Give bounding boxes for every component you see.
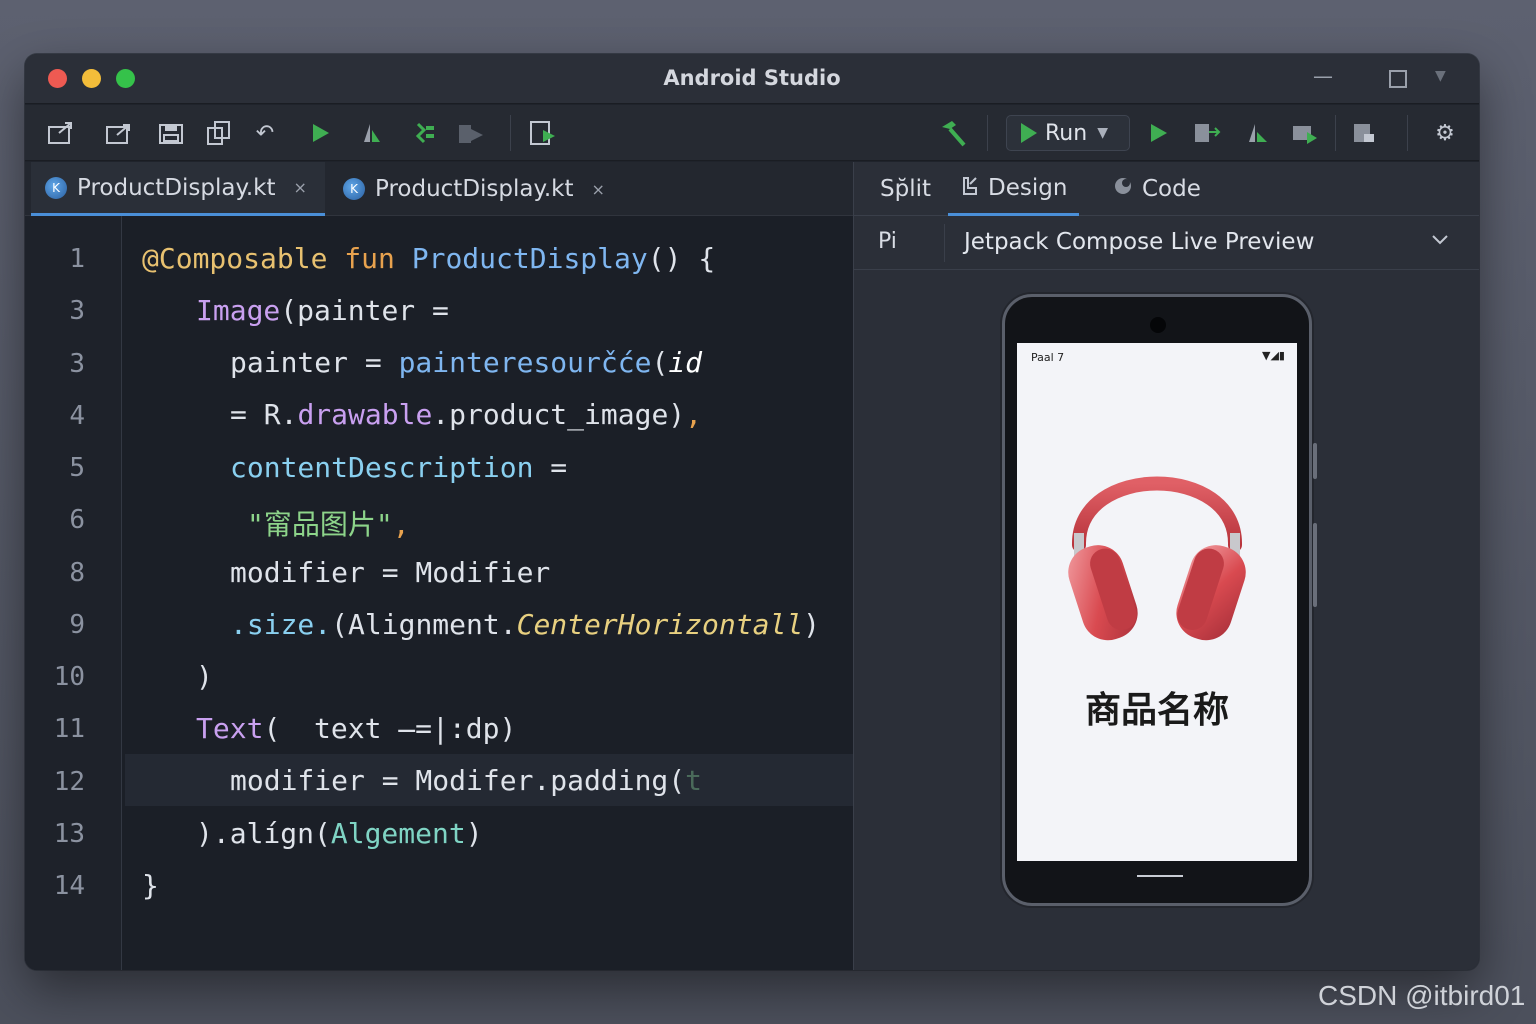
close-icon[interactable]: × bbox=[293, 178, 306, 197]
editor-tabs: K ProductDisplay.kt × K ProductDisplay.k… bbox=[25, 162, 853, 216]
code-editor[interactable]: 1 3 3 4 5 6 8 9 10 11 12 13 14 @Composab… bbox=[25, 216, 853, 970]
code-line: @Composable fun ProductDisplay() { bbox=[142, 242, 716, 275]
code-line: ).alígn(Algement) bbox=[196, 817, 483, 850]
line-number: 11 bbox=[53, 714, 85, 744]
open-external-icon[interactable] bbox=[45, 117, 77, 149]
tab-label: ProductDisplay.kt bbox=[77, 174, 276, 201]
headphones-image bbox=[1068, 476, 1246, 641]
save-all-icon[interactable] bbox=[155, 117, 187, 149]
apply-changes-icon[interactable] bbox=[455, 117, 487, 149]
close-icon[interactable]: × bbox=[591, 180, 604, 199]
code-line: Image(painter = bbox=[196, 294, 449, 327]
line-number: 3 bbox=[69, 349, 85, 379]
code-line: contentDescription = bbox=[230, 451, 568, 484]
home-indicator bbox=[1137, 875, 1183, 877]
preview-mode-tabs: Sp̆lit Design Code bbox=[854, 162, 1479, 216]
status-icons: ▼◢▮ bbox=[1262, 349, 1285, 362]
settings-icon[interactable]: ⚙ bbox=[1429, 117, 1461, 149]
tab-label: ProductDisplay.kt bbox=[375, 176, 574, 202]
tab-split-label: Sp̆lit bbox=[880, 176, 931, 202]
debug-icon[interactable] bbox=[355, 117, 387, 149]
device-preview-frame: Paal 7 ▼◢▮ 商品名称 bbox=[1002, 294, 1317, 906]
design-icon bbox=[960, 174, 980, 202]
line-number: 6 bbox=[69, 505, 85, 535]
product-name: 商品名称 bbox=[1084, 690, 1229, 731]
line-number: 14 bbox=[53, 871, 85, 901]
profile-icon[interactable] bbox=[409, 117, 441, 149]
preview-toolbar: Pi Jetpack Compose Live Preview bbox=[854, 216, 1479, 270]
line-number: 5 bbox=[69, 453, 85, 483]
tab-code-label: Code bbox=[1142, 176, 1201, 202]
code-icon bbox=[1112, 175, 1134, 203]
camera-icon bbox=[1150, 317, 1166, 333]
line-number: 9 bbox=[69, 610, 85, 640]
line-number: 13 bbox=[53, 819, 85, 849]
code-line: painter = painteresourčće(id bbox=[230, 346, 703, 379]
window-title: Android Studio bbox=[663, 66, 841, 90]
code-line: } bbox=[142, 869, 159, 902]
kotlin-file-icon: K bbox=[343, 178, 365, 200]
watermark: CSDN @itbird01 bbox=[1318, 980, 1526, 1011]
share-icon[interactable] bbox=[103, 117, 135, 149]
line-number: 3 bbox=[69, 296, 85, 326]
device-manager-icon[interactable] bbox=[527, 117, 559, 149]
kotlin-file-icon: K bbox=[45, 176, 67, 199]
preview-pane: Sp̆lit Design Code Pi Jetpack Compose Li… bbox=[853, 162, 1479, 970]
preview-group-label[interactable]: Pi bbox=[878, 229, 897, 254]
preview-selector[interactable]: Jetpack Compose Live Preview bbox=[964, 229, 1314, 255]
status-time: Paal 7 bbox=[1031, 351, 1065, 364]
ide-window: Android Studio — ▼ ↶ Run ▼ ⚙ K ProductDi… bbox=[25, 54, 1479, 970]
code-line: .size.(Alignment.CenterHorizontall) bbox=[230, 608, 821, 641]
run-label: Run bbox=[1045, 120, 1088, 146]
undo-icon[interactable]: ↶ bbox=[249, 117, 281, 149]
chevron-down-icon: ▼ bbox=[1097, 125, 1108, 141]
code-line: modifier = Modifier bbox=[230, 556, 551, 589]
sync-icon[interactable] bbox=[1349, 117, 1381, 149]
run-icon[interactable] bbox=[305, 117, 337, 149]
code-line: "甯品图片", bbox=[247, 508, 410, 541]
tab-code[interactable]: Code bbox=[1112, 162, 1201, 216]
device-screen: Paal 7 ▼◢▮ 商品名称 bbox=[1017, 343, 1297, 861]
run-green-icon[interactable] bbox=[1143, 117, 1175, 149]
line-number: 10 bbox=[53, 662, 85, 692]
stop-icon[interactable] bbox=[1289, 117, 1321, 149]
code-line: = R.drawable.product_image), bbox=[230, 398, 703, 431]
title-bar: Android Studio — ▼ bbox=[25, 54, 1479, 104]
chevron-down-icon[interactable] bbox=[1430, 228, 1450, 252]
tab-design-label: Design bbox=[988, 174, 1068, 201]
copy-icon[interactable] bbox=[203, 117, 235, 149]
code-line: Text( text ̶=|:dp) bbox=[196, 712, 517, 745]
apply-code-icon[interactable] bbox=[1241, 117, 1273, 149]
tab-productdisplay[interactable]: K ProductDisplay.kt × bbox=[329, 162, 619, 216]
main-toolbar: ↶ Run ▼ ⚙ bbox=[25, 105, 1479, 161]
run-button[interactable]: Run ▼ bbox=[1006, 115, 1130, 151]
maximize-icon[interactable] bbox=[1389, 70, 1407, 88]
tab-split[interactable]: Sp̆lit bbox=[880, 162, 931, 216]
line-number: 12 bbox=[53, 767, 85, 797]
attach-icon[interactable] bbox=[1191, 117, 1223, 149]
play-icon bbox=[1021, 123, 1037, 143]
tab-design[interactable]: Design bbox=[948, 162, 1080, 216]
line-number: 1 bbox=[69, 244, 85, 274]
build-hammer-icon[interactable] bbox=[937, 117, 969, 149]
line-number: 4 bbox=[69, 401, 85, 431]
tab-productdisplay-active[interactable]: K ProductDisplay.kt × bbox=[31, 162, 325, 216]
dropdown-icon[interactable]: ▼ bbox=[1435, 68, 1446, 84]
code-line: ) bbox=[196, 660, 213, 693]
line-gutter: 1 3 3 4 5 6 8 9 10 11 12 13 14 bbox=[25, 216, 122, 970]
code-line: modifier = Modifer.padding(t bbox=[230, 764, 703, 797]
line-number: 8 bbox=[69, 558, 85, 588]
minimize-icon[interactable]: — bbox=[1313, 64, 1333, 88]
